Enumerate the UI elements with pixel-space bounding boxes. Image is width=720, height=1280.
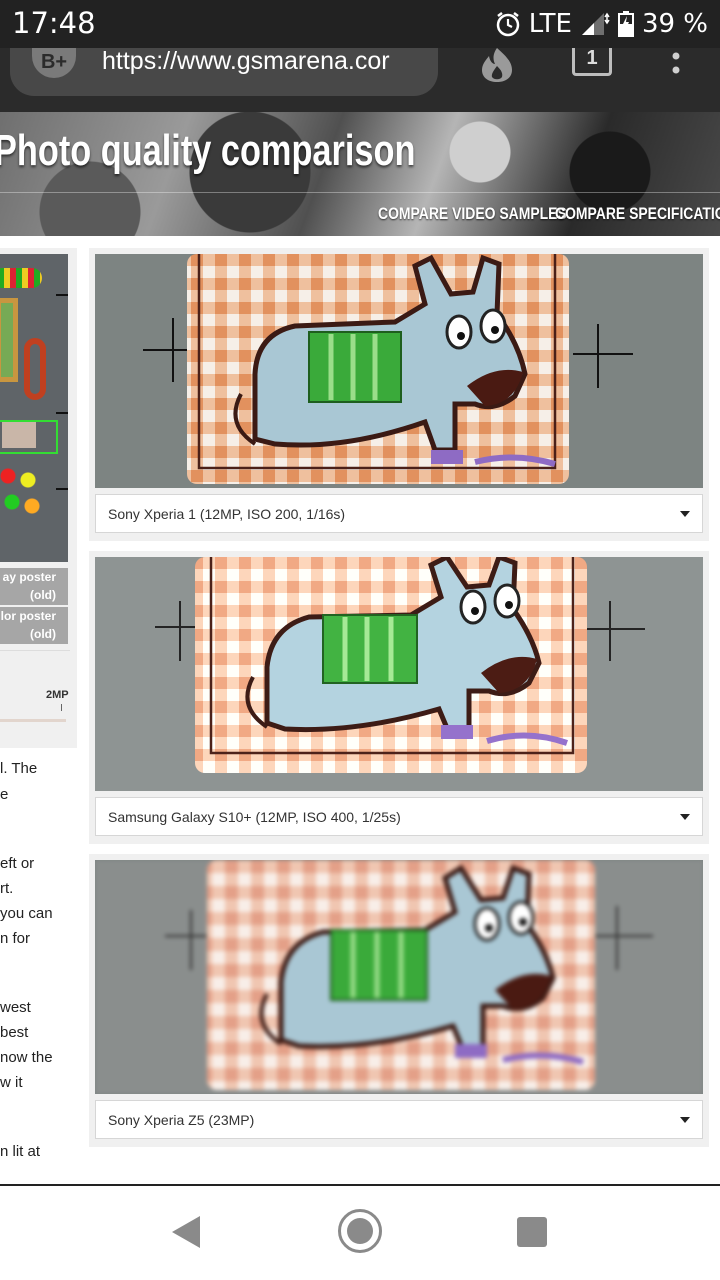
- flame-icon[interactable]: [478, 48, 516, 82]
- alarm-icon: [495, 11, 521, 37]
- thumbnail-object: [0, 268, 42, 288]
- camera-select-value: Sony Xperia Z5 (23MP): [108, 1111, 255, 1128]
- thumbnail-object: [0, 466, 42, 518]
- overflow-menu-icon[interactable]: [668, 52, 684, 82]
- tabs-icon[interactable]: 1: [572, 48, 612, 76]
- chevron-down-icon: [680, 511, 690, 517]
- body-text-line: w it: [0, 1074, 23, 1091]
- camera-select-dropdown[interactable]: Sony Xperia Z5 (23MP): [95, 1100, 703, 1139]
- system-navigation-bar: [0, 1186, 720, 1280]
- sample-crop-image: [95, 860, 703, 1094]
- home-icon[interactable]: [338, 1209, 382, 1253]
- body-text-line: now the: [0, 1049, 53, 1066]
- compare-video-samples-link[interactable]: COMPARE VIDEO SAMPLES: [378, 204, 567, 224]
- scale-mark: [56, 294, 68, 296]
- comparison-card: Sony Xperia 1 (12MP, ISO 200, 1/16s): [89, 248, 709, 541]
- battery-icon: [617, 11, 634, 37]
- resolution-label: 2MP: [46, 689, 69, 701]
- back-icon[interactable]: [172, 1216, 200, 1248]
- body-text-line: eft or: [0, 855, 35, 872]
- thumbnail-object: [0, 298, 18, 382]
- sidebar-divider: [0, 650, 70, 651]
- scene-thumbnail[interactable]: [0, 254, 68, 562]
- crop-selection-box[interactable]: [0, 420, 58, 454]
- address-bar[interactable]: B+ https://www.gsmarena.cor: [10, 48, 438, 96]
- resolution-tick: [61, 704, 62, 711]
- body-text-line: west: [0, 999, 31, 1016]
- body-text-line: l. The: [0, 760, 38, 777]
- camera-select-dropdown[interactable]: Samsung Galaxy S10+ (12MP, ISO 400, 1/25…: [95, 797, 703, 836]
- poster-button-color[interactable]: lor poster (old): [0, 607, 68, 644]
- url-text[interactable]: https://www.gsmarena.cor: [102, 48, 432, 82]
- sample-crop-image: [95, 557, 703, 791]
- chevron-down-icon: [680, 1117, 690, 1123]
- signal-icon: [580, 11, 610, 37]
- thumbnail-object: [24, 338, 46, 400]
- status-indicators: LTE 39 %: [495, 6, 708, 42]
- camera-select-value: Samsung Galaxy S10+ (12MP, ISO 400, 1/25…: [108, 808, 401, 825]
- hero-banner: Photo quality comparison COMPARE VIDEO S…: [0, 112, 720, 236]
- scale-mark: [56, 488, 68, 490]
- hero-divider: [0, 192, 720, 193]
- body-text-line: n for: [0, 930, 31, 947]
- camera-select-value: Sony Xperia 1 (12MP, ISO 200, 1/16s): [108, 505, 346, 522]
- sample-crop-image: [95, 254, 703, 488]
- battery-level: 39 %: [641, 9, 708, 39]
- recent-apps-icon[interactable]: [517, 1217, 547, 1247]
- status-time: 17:48: [12, 6, 96, 40]
- browser-toolbar: B+ https://www.gsmarena.cor 1: [0, 48, 720, 112]
- body-text-line: rt.: [0, 880, 14, 897]
- compare-specifications-link[interactable]: COMPARE SPECIFICATIONS: [555, 204, 720, 224]
- comparison-card: Samsung Galaxy S10+ (12MP, ISO 400, 1/25…: [89, 551, 709, 844]
- body-text-line: e: [0, 786, 9, 803]
- body-text-line: n lit at: [0, 1143, 41, 1160]
- network-type: LTE: [528, 9, 572, 39]
- body-text-line: best: [0, 1024, 29, 1041]
- chevron-down-icon: [680, 814, 690, 820]
- comparison-card: Sony Xperia Z5 (23MP): [89, 854, 709, 1147]
- site-badge-icon[interactable]: B+: [32, 48, 76, 78]
- page-title: Photo quality comparison: [0, 126, 416, 175]
- camera-select-dropdown[interactable]: Sony Xperia 1 (12MP, ISO 200, 1/16s): [95, 494, 703, 533]
- poster-button-gray[interactable]: ay poster (old): [0, 568, 68, 605]
- resolution-slider[interactable]: [0, 719, 66, 722]
- scale-mark: [56, 412, 68, 414]
- scene-sidebar: ay poster (old) lor poster (old) 2MP: [0, 248, 77, 748]
- body-text-line: you can: [0, 905, 53, 922]
- status-bar: 17:48 LTE 39 %: [0, 0, 720, 48]
